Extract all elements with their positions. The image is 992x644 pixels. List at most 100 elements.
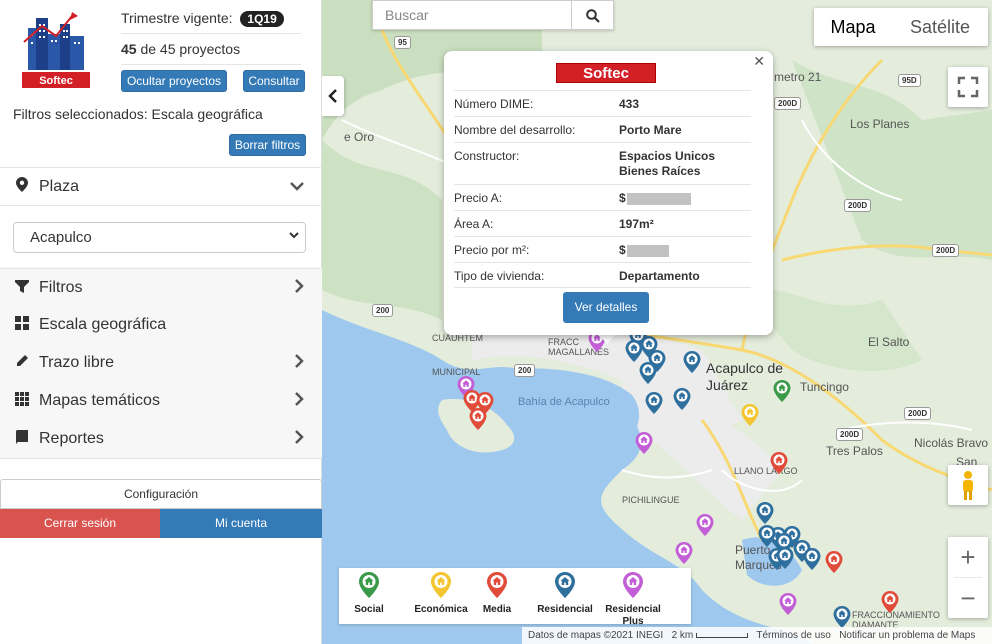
road-shield: 200 <box>514 364 536 377</box>
menu-escala-label: Escala geográfica <box>39 316 167 333</box>
info-row-tipo: Tipo de vivienda: Departamento <box>454 262 751 288</box>
zoom-in-button[interactable]: + <box>948 537 988 577</box>
project-marker[interactable] <box>773 380 791 402</box>
maptype-satellite-button[interactable]: Satélite <box>892 8 988 46</box>
project-marker[interactable] <box>881 591 899 613</box>
zoom-control: + − <box>948 537 988 618</box>
pegman-icon <box>963 471 973 500</box>
menu-mapas[interactable]: Mapas temáticos <box>0 382 322 420</box>
info-row-constructor: Constructor: Espacios Unicos Bienes Raíc… <box>454 142 751 184</box>
map-legend: Social Económica Media Residencial Resid… <box>339 568 691 627</box>
legend-media[interactable]: Media <box>475 572 519 616</box>
project-marker[interactable] <box>803 548 821 570</box>
info-value-redacted: $ <box>619 191 749 206</box>
zoom-out-button[interactable]: − <box>948 578 988 618</box>
label-tuncingo: Tuncingo <box>800 380 849 394</box>
label-el-salto: El Salto <box>868 335 910 349</box>
fullscreen-button[interactable] <box>948 67 988 107</box>
road-shield: 95 <box>394 36 411 49</box>
chevron-right-icon <box>294 279 304 298</box>
redacted-bar <box>626 244 669 257</box>
chevron-right-icon <box>294 430 304 449</box>
report-link[interactable]: Notificar un problema de Maps <box>839 630 975 641</box>
home-pin-icon <box>601 572 665 602</box>
project-marker[interactable] <box>770 452 788 474</box>
building-pin-icon <box>475 572 519 602</box>
project-marker[interactable] <box>469 408 487 430</box>
info-key: Área A: <box>454 217 494 231</box>
project-count-value: 45 <box>121 41 137 57</box>
street-view-button[interactable] <box>948 465 988 505</box>
project-marker[interactable] <box>675 542 693 564</box>
project-marker[interactable] <box>741 404 759 426</box>
maptype-map-button[interactable]: Mapa <box>814 8 892 46</box>
legend-label: Residencial Plus <box>605 604 661 627</box>
hide-projects-button[interactable]: Ocultar proyectos <box>121 70 227 92</box>
scale-bar <box>696 632 749 638</box>
plaza-select-value: Acapulco <box>30 229 92 246</box>
project-marker[interactable] <box>645 392 663 414</box>
legend-residencial[interactable]: Residencial <box>533 572 597 616</box>
see-details-button[interactable]: Ver detalles <box>563 292 649 323</box>
road-shield: 200D <box>836 428 864 441</box>
config-tab[interactable]: Configuración <box>0 479 322 509</box>
project-marker[interactable] <box>833 606 851 628</box>
consult-button[interactable]: Consultar <box>243 70 305 92</box>
project-marker[interactable] <box>825 551 843 573</box>
legend-label: Social <box>354 604 384 615</box>
menu-trazo[interactable]: Trazo libre <box>0 344 322 382</box>
road-shield: 200D <box>932 244 960 257</box>
info-key: Constructor: <box>454 149 520 163</box>
project-marker[interactable] <box>635 432 653 454</box>
project-count-total: de 45 proyectos <box>140 41 241 57</box>
road-shield: 200D <box>774 97 802 110</box>
project-marker[interactable] <box>683 351 701 373</box>
info-value: 197m² <box>619 217 654 231</box>
close-icon[interactable]: ✕ <box>753 53 765 70</box>
menu-reportes[interactable]: Reportes <box>0 420 322 458</box>
map-search[interactable]: Buscar <box>372 0 614 30</box>
info-value: $ <box>619 243 626 257</box>
project-marker[interactable] <box>779 593 797 615</box>
search-button[interactable] <box>571 1 613 30</box>
info-row-nombre: Nombre del desarrollo: Porto Mare <box>454 116 751 142</box>
info-value: 433 <box>619 97 640 111</box>
menu-trazo-label: Trazo libre <box>39 354 114 371</box>
info-value: Porto Mare <box>619 123 682 137</box>
logout-button[interactable]: Cerrar sesión <box>0 509 160 538</box>
legend-economica[interactable]: Económica <box>409 572 473 616</box>
search-placeholder: Buscar <box>385 7 429 23</box>
plaza-header[interactable]: Plaza <box>0 167 322 205</box>
legend-social[interactable]: Social <box>347 572 391 616</box>
menu-reportes-label: Reportes <box>39 430 104 447</box>
project-marker[interactable] <box>696 514 714 536</box>
project-marker[interactable] <box>756 502 774 524</box>
menu-filtros[interactable]: Filtros <box>0 268 322 306</box>
clear-filters-button[interactable]: Borrar filtros <box>229 134 306 156</box>
project-infowindow: ✕ Softec Número DIME: 433 Nombre del des… <box>444 51 773 335</box>
label-los-planes: Los Planes <box>850 117 910 131</box>
label-metro21: metro 21 <box>774 70 822 84</box>
pencil-icon <box>13 354 31 372</box>
legend-residencial-plus[interactable]: Residencial Plus <box>601 572 665 628</box>
road-shield: 200D <box>844 199 872 212</box>
label-pichilingue: PICHILINGUE <box>622 495 680 505</box>
project-marker[interactable] <box>639 362 657 384</box>
road-shield: 95D <box>898 74 921 87</box>
project-marker[interactable] <box>758 525 776 547</box>
label-tres-palos: Tres Palos <box>826 444 883 458</box>
info-row-precio: Precio A: $ <box>454 184 751 210</box>
info-value-redacted: $ <box>619 243 749 258</box>
terms-link[interactable]: Términos de uso <box>756 630 830 641</box>
plaza-select[interactable]: Acapulco <box>13 222 306 253</box>
chevron-left-icon <box>328 89 337 103</box>
collapse-sidebar-button[interactable] <box>322 76 344 116</box>
project-marker[interactable] <box>673 388 691 410</box>
legend-label: Residencial <box>537 604 593 615</box>
menu-escala[interactable]: Escala geográfica <box>0 306 322 344</box>
info-key: Tipo de vivienda: <box>454 269 545 283</box>
project-marker[interactable] <box>776 547 794 569</box>
map-canvas[interactable]: Acapulco de Juárez Bahía de Acapulco Los… <box>322 0 992 644</box>
my-account-button[interactable]: Mi cuenta <box>160 509 322 538</box>
label-de-oro: e Oro <box>344 130 375 144</box>
